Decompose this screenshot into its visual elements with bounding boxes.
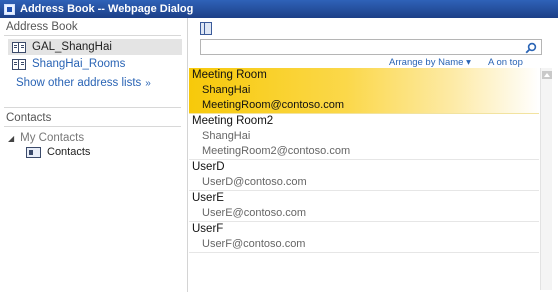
sidebar: Address Book GAL_ShangHai ShangHai_Rooms… [0, 18, 188, 292]
window-title: Address Book -- Webpage Dialog [20, 3, 194, 15]
expand-triangle-icon[interactable]: ◢ [8, 134, 14, 143]
tree-node-label: My Contacts [20, 132, 85, 144]
tree-node-my-contacts[interactable]: ◢ My Contacts [8, 132, 84, 144]
title-bar: Address Book -- Webpage Dialog [0, 0, 558, 18]
tree-node-contacts[interactable]: Contacts [26, 146, 90, 158]
divider [4, 107, 181, 108]
main-pane: Arrange by Name ▾ A on top Meeting Room … [189, 18, 558, 292]
chevron-down-icon: ▾ [466, 57, 471, 68]
entry-name: UserF [192, 223, 224, 235]
vertical-scrollbar[interactable] [540, 68, 552, 290]
search-icon[interactable] [525, 42, 537, 54]
list-item-userf[interactable]: UserF UserF@contoso.com [189, 222, 539, 253]
toggle-panel-icon[interactable] [200, 22, 212, 35]
sidebar-item-gal-shanghai[interactable]: GAL_ShangHai [8, 39, 182, 55]
search-input[interactable] [201, 40, 519, 54]
list-item-usere[interactable]: UserE UserE@contoso.com [189, 191, 539, 222]
entry-name: Meeting Room [192, 69, 267, 81]
address-book-header: Address Book [6, 21, 78, 33]
window-icon [4, 3, 15, 15]
arrange-by-label: Arrange by Name [389, 57, 464, 68]
entry-email: UserD@contoso.com [202, 176, 307, 188]
contacts-folder-icon [26, 146, 41, 158]
divider [4, 126, 181, 127]
entry-email: UserE@contoso.com [202, 207, 307, 219]
list-item-userd[interactable]: UserD UserD@contoso.com [189, 160, 539, 191]
entry-email: MeetingRoom@contoso.com [202, 99, 345, 111]
show-other-address-lists-link[interactable]: Show other address lists» [16, 77, 151, 89]
entry-detail: ShangHai [202, 130, 251, 142]
contacts-header: Contacts [6, 112, 52, 124]
entry-email: MeetingRoom2@contoso.com [202, 145, 351, 157]
address-book-icon [12, 58, 26, 70]
sidebar-item-label: ShangHai_Rooms [32, 58, 126, 70]
entry-name: UserE [192, 192, 224, 204]
list-item-meeting-room2[interactable]: Meeting Room2 ShangHai MeetingRoom2@cont… [189, 114, 539, 160]
sort-order-toggle[interactable]: A on top [488, 57, 523, 68]
entry-name: Meeting Room2 [192, 115, 274, 127]
list-item-meeting-room[interactable]: Meeting Room ShangHai MeetingRoom@contos… [189, 68, 539, 114]
address-book-icon [12, 41, 26, 53]
search-box [200, 39, 542, 55]
divider [4, 35, 181, 36]
show-other-label: Show other address lists [16, 77, 142, 89]
sidebar-item-shanghai-rooms[interactable]: ShangHai_Rooms [8, 56, 182, 72]
scroll-up-arrow-icon[interactable] [542, 71, 552, 79]
sidebar-item-label: GAL_ShangHai [32, 41, 112, 53]
double-chevron-icon: » [145, 78, 151, 89]
entry-detail: ShangHai [202, 84, 251, 96]
arrange-by-dropdown[interactable]: Arrange by Name ▾ [389, 57, 471, 68]
entry-name: UserD [192, 161, 225, 173]
tree-node-label: Contacts [47, 146, 91, 158]
entry-email: UserF@contoso.com [202, 238, 306, 250]
contact-list: Meeting Room ShangHai MeetingRoom@contos… [189, 68, 539, 292]
